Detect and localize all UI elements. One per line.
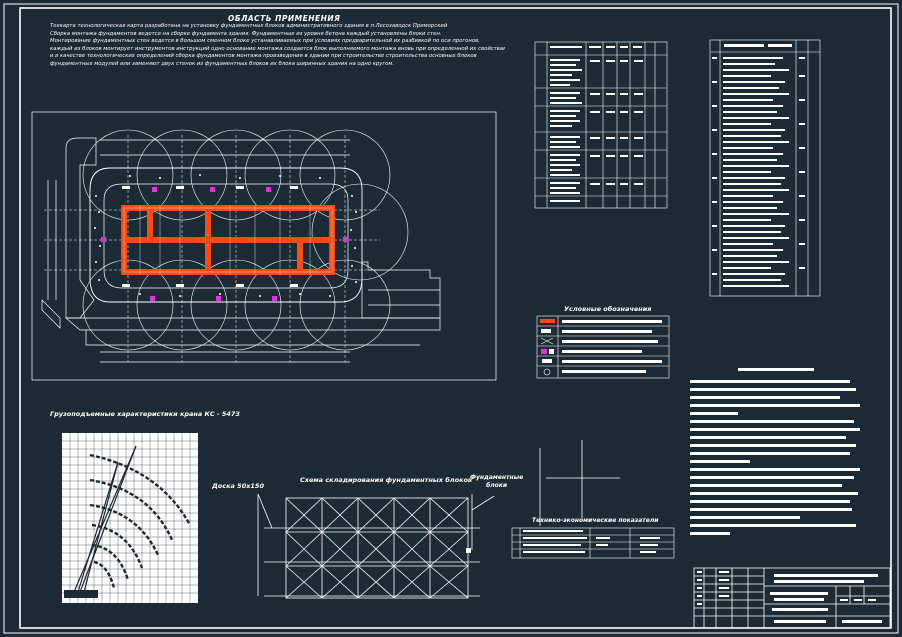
scope-line: и в качестве технологических определений… [50,53,477,60]
tech-economic-table [511,527,675,559]
site-plan [31,111,497,381]
drawing-sheet: ОБЛАСТЬ ПРИМЕНЕНИЯ Техкарта технологичес… [0,0,902,637]
crane-load-chart [62,433,198,603]
works-schedule-rows [550,46,643,202]
legend-title: Условные обозначения [564,305,652,313]
scope-heading: ОБЛАСТЬ ПРИМЕНЕНИЯ [228,14,341,23]
title-block-text [697,571,882,623]
storage-plank-blocks [466,548,471,553]
legend-descriptions [562,320,662,373]
scope-line: каждый из блоков монтирует инструментов … [50,45,505,52]
resources-table [709,39,821,297]
reference-crosshair [546,440,620,518]
plank-label: Доска 50х150 [212,482,264,490]
haul-road-outline [89,167,363,303]
tech-economic-rows [523,530,660,553]
scope-line: Техкарта технологическая карта разработа… [50,23,448,29]
notes-text-block [690,368,860,535]
foundation-blocks-label: Фундаментные блоки [470,474,524,489]
drawing-canvas [3,3,899,634]
tech-economic-title: Технико-экономические показатели [532,517,659,524]
access-road [65,137,97,319]
site-plan-border [31,111,497,381]
legend-table [536,315,670,379]
scope-line: Монтирование фундаментных стен ведется в… [50,38,480,45]
foundation-plan [121,205,335,275]
crane-base [64,590,98,598]
resources-table-rows [712,44,805,287]
storage-scheme-title: Схема складирования фундаментных блоков [300,476,473,484]
gravel-hatch [94,174,357,297]
scope-line: фундаментных модулей или заменяют двух с… [50,60,395,67]
scope-paragraph: Техкарта технологическая карта разработа… [50,23,505,69]
scope-line: Сборка монтажа фундаментов ведется на сб… [50,30,442,37]
block-storage-scheme [257,448,541,599]
crane-chart-title: Грузоподъемные характеристики крана КС -… [50,410,240,418]
